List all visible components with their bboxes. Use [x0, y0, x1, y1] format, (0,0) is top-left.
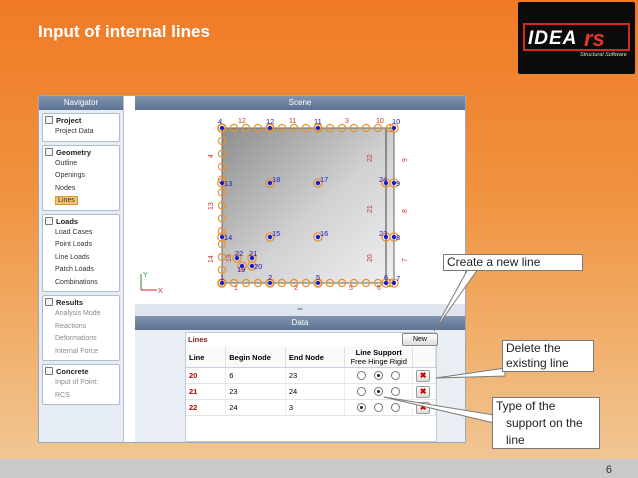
callout-support-text-3: line [506, 433, 525, 447]
pointer-new [433, 268, 479, 332]
pointer-delete [435, 367, 506, 379]
callout-support-text-2: support on the [506, 416, 583, 430]
callout-delete-line: Delete the existing line [502, 340, 594, 372]
callout-new-line: Create a new line [443, 254, 583, 271]
callout-support-text-1: Type of the [496, 399, 556, 413]
callout-delete-text-2: existing line [506, 356, 569, 370]
callout-support-type: Type of the support on the line [492, 397, 600, 449]
callout-new-line-text: Create a new line [447, 255, 541, 269]
callout-delete-text-1: Delete the [506, 341, 561, 355]
pointer-support [383, 396, 495, 424]
slide-footer: 6 [0, 459, 638, 478]
page-number: 6 [605, 464, 612, 476]
